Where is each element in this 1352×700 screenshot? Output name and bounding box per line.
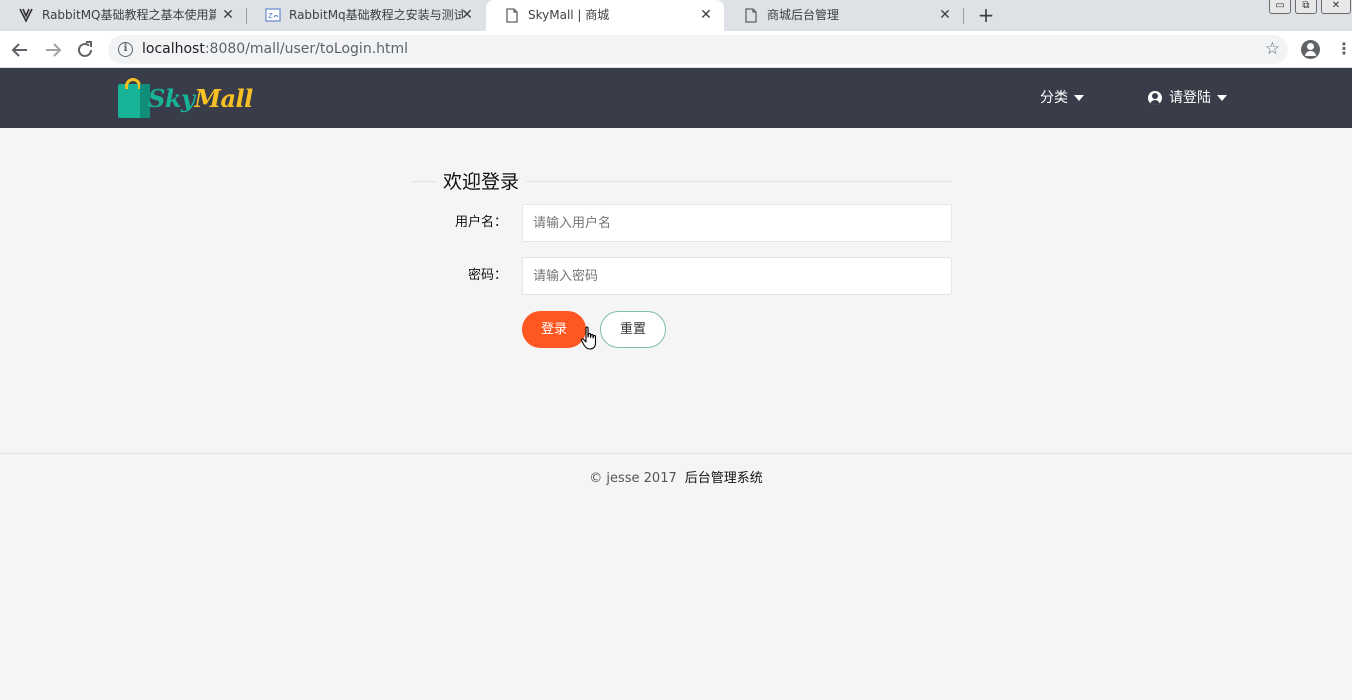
tab-separator (963, 8, 964, 24)
password-input[interactable] (522, 257, 952, 295)
restore-window-button[interactable]: ⧉ (1295, 0, 1317, 14)
close-icon[interactable]: ✕ (220, 7, 236, 23)
browser-toolbar: i localhost:8080/mall/user/toLogin.html … (0, 31, 1352, 68)
reset-button[interactable]: 重置 (600, 311, 666, 348)
admin-system-link[interactable]: 后台管理系统 (685, 471, 763, 486)
logo-mall: Mall (194, 84, 253, 113)
kebab-menu-icon[interactable]: ⋮ (1336, 39, 1352, 59)
bag-handle (125, 78, 141, 89)
footer-copyright: © jesse 2017 (589, 471, 677, 486)
address-bar[interactable]: i localhost:8080/mall/user/toLogin.html … (108, 35, 1288, 64)
username-input[interactable] (522, 204, 952, 242)
forward-arrow-icon[interactable] (41, 38, 65, 62)
star-icon[interactable]: ☆ (1265, 39, 1280, 59)
browser-tab-rabbitmq-install[interactable]: Z RabbitMq基础教程之安装与测试 ✕ (247, 0, 485, 31)
site-navbar: SkyMall 分类 请登陆 (0, 68, 1352, 128)
page-footer: © jesse 2017 后台管理系统 (0, 470, 1352, 488)
site-favicon-icon (18, 7, 34, 23)
svg-text:Z: Z (268, 12, 273, 20)
login-button[interactable]: 登录 (522, 311, 586, 348)
footer-divider (0, 453, 1352, 454)
reload-icon[interactable] (73, 38, 97, 62)
hand-pointer-cursor-icon (580, 326, 600, 352)
tab-title: 商城后台管理 (767, 8, 840, 22)
close-icon[interactable]: ✕ (459, 7, 475, 23)
nav-category-dropdown[interactable]: 分类 (1040, 88, 1084, 108)
nav-user-label: 请登陆 (1169, 90, 1211, 106)
browser-tab-strip: RabbitMQ基础教程之基本使用篇 ✕ Z RabbitMq基础教程之安装与测… (0, 0, 1352, 31)
logo-sky: Sky (148, 84, 195, 113)
new-tab-button[interactable]: + (976, 4, 996, 26)
logo-wordmark: SkyMall (148, 84, 253, 114)
url-text[interactable]: localhost:8080/mall/user/toLogin.html (142, 41, 408, 58)
nav-category-label: 分类 (1040, 90, 1068, 106)
caret-down-icon (1217, 95, 1227, 101)
minimize-window-button[interactable]: ▭ (1269, 0, 1291, 14)
browser-tab-admin[interactable]: 商城后台管理 ✕ (725, 0, 963, 31)
profile-icon[interactable] (1301, 40, 1320, 59)
site-favicon-icon: Z (265, 7, 281, 23)
page-icon (504, 7, 520, 23)
nav-user-dropdown[interactable]: 请登陆 (1148, 88, 1227, 108)
login-title: 欢迎登录 (436, 170, 527, 194)
tab-title: RabbitMq基础教程之安装与测试 (289, 8, 463, 22)
info-icon[interactable]: i (118, 42, 133, 57)
close-icon[interactable]: ✕ (937, 7, 953, 23)
skymall-logo[interactable]: SkyMall (118, 78, 268, 120)
browser-tab-skymall[interactable]: SkyMall | 商城 ✕ (486, 0, 724, 31)
close-icon[interactable]: ✕ (698, 7, 714, 23)
back-arrow-icon[interactable] (8, 38, 32, 62)
caret-down-icon (1074, 95, 1084, 101)
url-path: :8080/mall/user/toLogin.html (204, 41, 409, 57)
username-label: 用户名： (454, 215, 507, 230)
page-icon (743, 7, 759, 23)
url-host: localhost (142, 41, 205, 57)
tab-title: SkyMall | 商城 (528, 8, 610, 22)
password-label: 密码： (467, 268, 507, 283)
tab-title: RabbitMQ基础教程之基本使用篇 (42, 8, 216, 22)
user-circle-icon (1148, 91, 1162, 105)
browser-tab-rabbitmq-basic[interactable]: RabbitMQ基础教程之基本使用篇 ✕ (0, 0, 246, 31)
close-window-button[interactable]: ✕ (1321, 0, 1351, 14)
